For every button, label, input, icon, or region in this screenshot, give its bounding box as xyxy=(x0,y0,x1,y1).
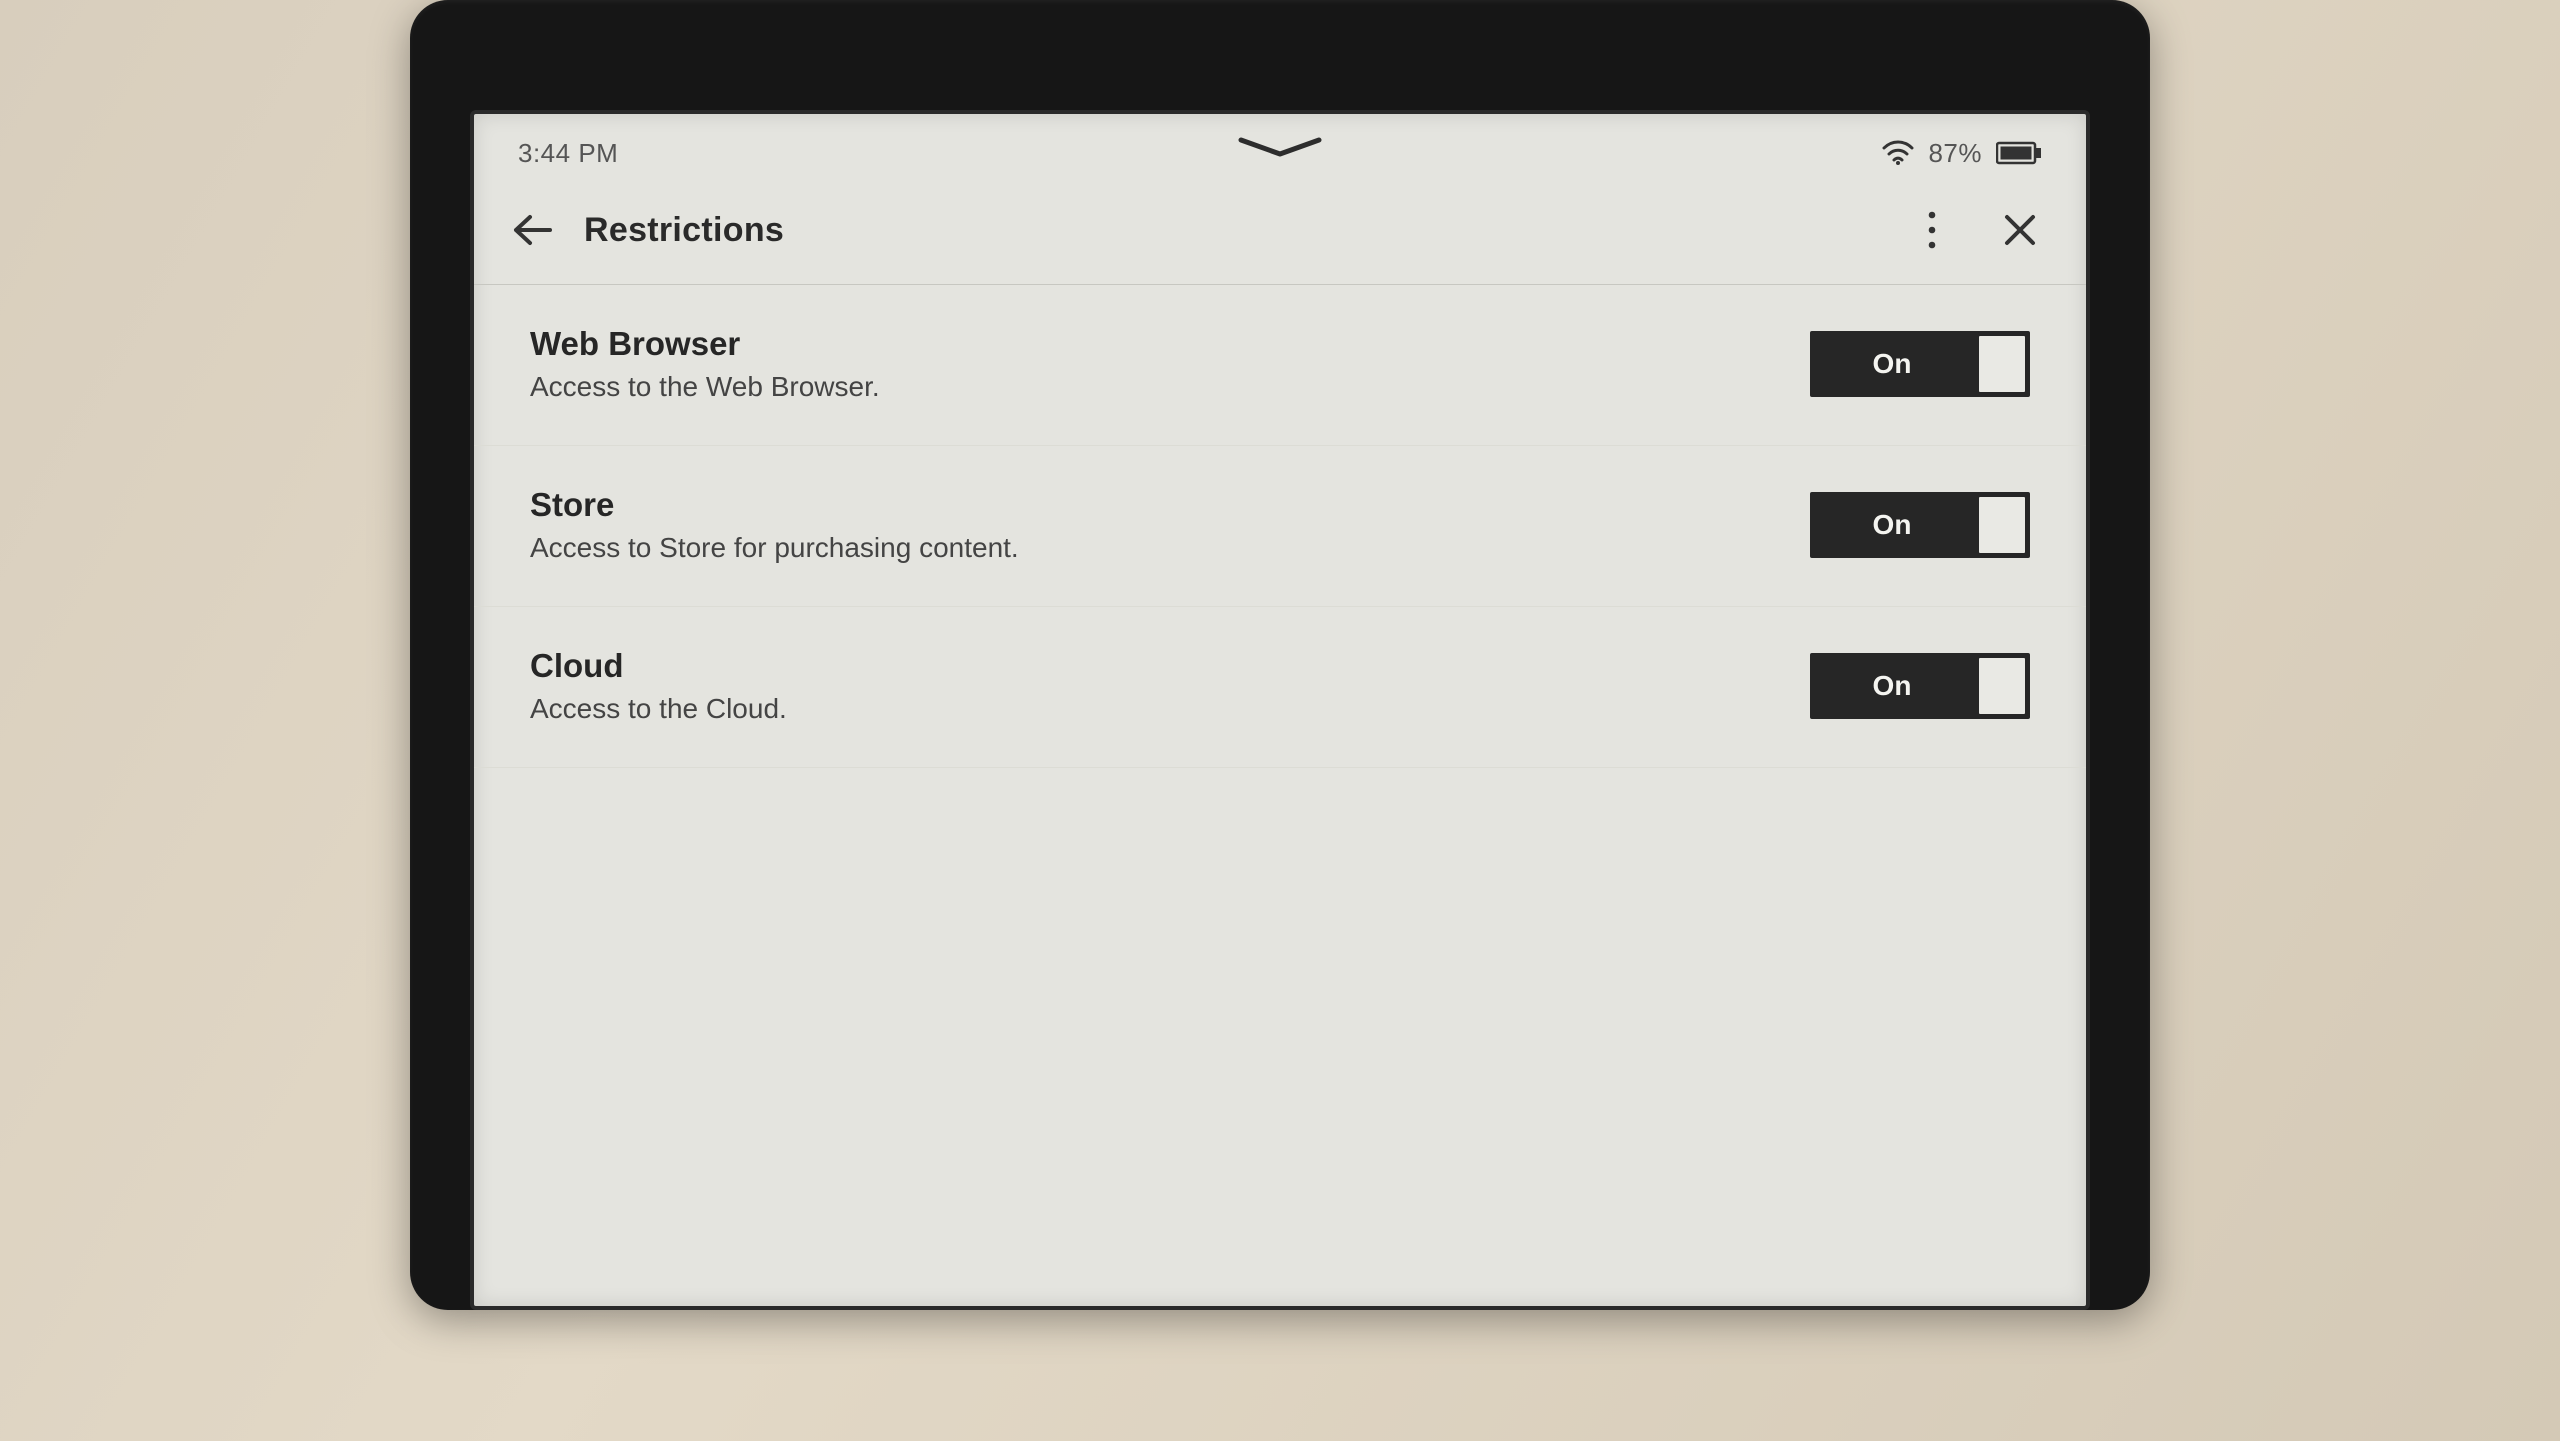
row-title: Cloud xyxy=(530,647,1770,685)
toggle-web-browser[interactable]: On xyxy=(1810,331,2030,397)
restriction-row-store: Store Access to Store for purchasing con… xyxy=(474,446,2086,607)
row-title: Store xyxy=(530,486,1770,524)
title-bar: Restrictions xyxy=(474,192,2086,285)
device-screen: 3:44 PM 87% xyxy=(470,110,2090,1310)
row-description: Access to Store for purchasing content. xyxy=(530,532,1770,564)
row-title: Web Browser xyxy=(530,325,1770,363)
row-description: Access to the Cloud. xyxy=(530,693,1770,725)
device-frame: 3:44 PM 87% xyxy=(410,0,2150,1310)
kebab-menu-icon[interactable] xyxy=(1908,206,1956,254)
page-title: Restrictions xyxy=(584,211,784,250)
title-bar-actions xyxy=(1908,206,2052,254)
toggle-store[interactable]: On xyxy=(1810,492,2030,558)
toggle-knob xyxy=(1979,336,2025,392)
battery-icon xyxy=(1996,141,2042,165)
wifi-icon xyxy=(1882,140,1914,166)
status-time: 3:44 PM xyxy=(518,138,618,169)
restriction-row-web-browser: Web Browser Access to the Web Browser. O… xyxy=(474,285,2086,446)
toggle-knob xyxy=(1979,497,2025,553)
back-arrow-icon[interactable] xyxy=(508,206,556,254)
toggle-knob xyxy=(1979,658,2025,714)
chevron-down-icon[interactable] xyxy=(1235,136,1325,162)
close-icon[interactable] xyxy=(1996,206,2044,254)
status-right-cluster: 87% xyxy=(1882,138,2042,169)
settings-list: Web Browser Access to the Web Browser. O… xyxy=(474,285,2086,768)
battery-percent: 87% xyxy=(1928,138,1982,169)
toggle-cloud[interactable]: On xyxy=(1810,653,2030,719)
restriction-row-cloud: Cloud Access to the Cloud. On xyxy=(474,607,2086,768)
row-description: Access to the Web Browser. xyxy=(530,371,1770,403)
status-bar[interactable]: 3:44 PM 87% xyxy=(474,114,2086,192)
